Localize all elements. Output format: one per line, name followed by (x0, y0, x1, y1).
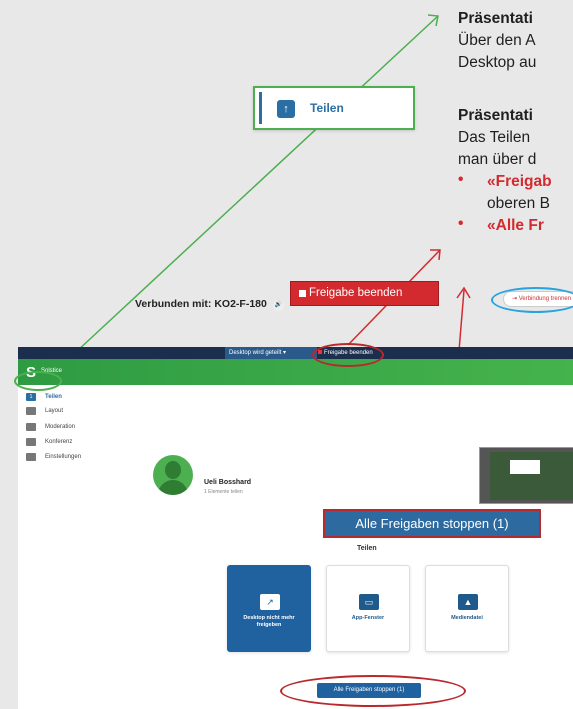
avatar-body (158, 480, 188, 495)
app-header: S Solstice (18, 359, 573, 385)
shared-screen-thumbnail[interactable] (479, 447, 573, 504)
card-label: Desktop nicht mehr freigeben (243, 615, 295, 628)
highlight-teilen (14, 371, 62, 391)
top-status-bar: Desktop wird geteilt ▾ Freigabe beenden (18, 347, 573, 359)
gear-icon (26, 453, 36, 461)
sidebar-item-label: Teilen (45, 394, 62, 400)
highlight-disconnect (491, 287, 573, 313)
sidebar-item-einstellungen[interactable]: Einstellungen (18, 450, 130, 464)
layout-grid-icon (26, 407, 36, 415)
callout-freigabe-beenden: Freigabe beenden (290, 281, 439, 306)
card-stop-desktop-share[interactable]: ↗ Desktop nicht mehr freigeben (227, 565, 311, 652)
card-label: Mediendatei (451, 615, 483, 621)
sidebar-item-label: Layout (45, 408, 64, 414)
avatar-head (165, 461, 181, 479)
window-icon: ▭ (359, 594, 379, 610)
speaker-icon[interactable]: 🔊 (273, 300, 284, 311)
callout-stop-all: Alle Freigaben stoppen (1) (323, 509, 541, 538)
highlight-freigabe (312, 343, 384, 367)
sidebar-item-teilen[interactable]: 1 Teilen (18, 390, 130, 404)
sidebar-item-label: Moderation (45, 424, 76, 430)
green-arrow-line (47, 15, 439, 379)
share-status-label: Desktop wird geteilt (229, 350, 282, 356)
camera-icon (26, 438, 36, 446)
sidebar: 1 Teilen Layout Moderation Konferenz Ein… (18, 385, 130, 709)
sidebar-item-layout[interactable]: Layout (18, 404, 130, 418)
highlight-stop-all (280, 675, 466, 707)
chevron-down-icon: ▾ (283, 350, 287, 356)
active-indicator (259, 92, 262, 124)
user-name: Ueli Bosshard (204, 479, 252, 486)
card-app-window[interactable]: ▭ App-Fenster (326, 565, 410, 652)
sidebar-item-moderation[interactable]: Moderation (18, 420, 130, 434)
share-icon: ↑ (277, 100, 295, 118)
sidebar-item-konferenz[interactable]: Konferenz (18, 435, 130, 449)
stop-square-icon (299, 290, 306, 297)
thumbnail-content (490, 452, 573, 500)
callout-teilen-label: Teilen (310, 101, 344, 115)
callout-freigabe-label: Freigabe beenden (309, 287, 403, 299)
people-icon (26, 423, 36, 431)
card-label: App-Fenster (351, 615, 385, 621)
image-icon: ▲ (458, 594, 478, 610)
avatar (153, 455, 193, 495)
share-status-dropdown[interactable]: Desktop wird geteilt ▾ (225, 347, 317, 359)
share-heading: Teilen (357, 545, 377, 552)
callout-teilen: ↑ Teilen (253, 86, 415, 130)
thumbnail-panel (510, 460, 540, 474)
share-icon: 1 (26, 393, 36, 401)
card-media-file[interactable]: ▲ Mediendatei (425, 565, 509, 652)
user-subtitle: 1 Elemente teilen (204, 489, 243, 495)
sidebar-item-label: Einstellungen (45, 454, 82, 460)
connection-title: Verbunden mit: KO2-F-180 (135, 298, 267, 310)
share-arrow-icon: ↗ (260, 594, 280, 610)
sidebar-item-label: Konferenz (45, 439, 73, 445)
